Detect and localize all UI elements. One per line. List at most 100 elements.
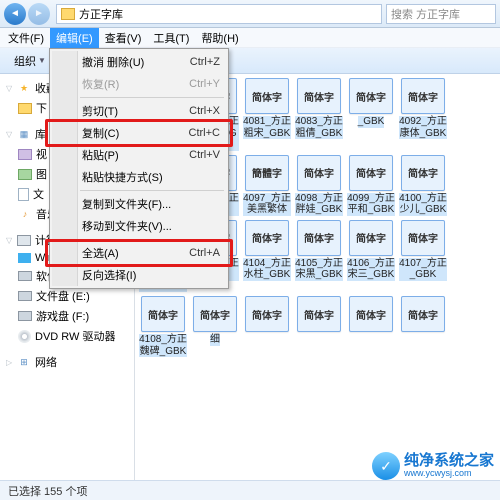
file-item[interactable]: 简体字4083_方正粗倩_GBK bbox=[295, 78, 343, 151]
document-icon bbox=[18, 188, 29, 201]
menu-item[interactable]: 复制到文件夹(F)... bbox=[52, 193, 226, 215]
menu-item-shortcut: Ctrl+C bbox=[189, 127, 220, 139]
file-name: 4081_方正粗宋_GBK bbox=[243, 116, 291, 139]
menu-item-label: 粘贴(P) bbox=[82, 147, 189, 163]
menu-item-shortcut: Ctrl+X bbox=[189, 105, 220, 117]
file-name: 4100_方正少儿_GBK bbox=[399, 193, 447, 216]
file-item[interactable]: 简体字4092_方正康体_GBK bbox=[399, 78, 447, 151]
menu-item-label: 移动到文件夹(V)... bbox=[82, 218, 220, 234]
sidebar-network[interactable]: ▷⊞网络 bbox=[0, 352, 134, 372]
file-item[interactable]: 简体字4107_方正_GBK bbox=[399, 220, 447, 293]
folder-icon bbox=[18, 103, 32, 114]
menu-item[interactable]: 撤消 删除(U)Ctrl+Z bbox=[52, 51, 226, 73]
file-thumbnail: 简体字 bbox=[401, 78, 445, 114]
file-thumbnail: 简体字 bbox=[245, 220, 289, 256]
edit-menu-dropdown: 撤消 删除(U)Ctrl+Z恢复(R)Ctrl+Y剪切(T)Ctrl+X复制(C… bbox=[49, 48, 229, 289]
menu-item-label: 恢复(R) bbox=[82, 76, 189, 92]
drive-icon bbox=[18, 291, 32, 301]
menu-item-label: 剪切(T) bbox=[82, 103, 189, 119]
file-thumbnail: 简体字 bbox=[349, 155, 393, 191]
sidebar-item[interactable]: 文件盘 (E:) bbox=[0, 286, 134, 306]
watermark-icon: ✓ bbox=[372, 452, 400, 480]
title-bar: ◄ ► 方正字库 搜索 方正字库 bbox=[0, 0, 500, 28]
file-name: 4098_方正胖娃_GBK bbox=[295, 193, 343, 216]
menu-item[interactable]: 粘贴快捷方式(S) bbox=[52, 166, 226, 188]
sidebar-item[interactable]: 游戏盘 (F:) bbox=[0, 306, 134, 326]
file-name: 4083_方正粗倩_GBK bbox=[295, 116, 343, 139]
menu-item[interactable]: 粘贴(P)Ctrl+V bbox=[52, 144, 226, 166]
menu-item[interactable]: 全选(A)Ctrl+A bbox=[52, 242, 226, 264]
menu-view[interactable]: 查看(V) bbox=[99, 28, 148, 48]
dvd-icon bbox=[18, 330, 31, 343]
address-bar[interactable]: 方正字库 bbox=[56, 4, 382, 24]
menu-item-label: 复制(C) bbox=[82, 125, 189, 141]
menu-item-label: 复制到文件夹(F)... bbox=[82, 196, 220, 212]
menu-item[interactable]: 复制(C)Ctrl+C bbox=[52, 122, 226, 144]
file-item[interactable]: 简体字4105_方正宋黑_GBK bbox=[295, 220, 343, 293]
file-item[interactable]: 简体字4106_方正宋三_GBK bbox=[347, 220, 395, 293]
drive-icon bbox=[18, 311, 32, 321]
file-name: 4097_方正美黑繁体 bbox=[243, 193, 291, 216]
search-placeholder: 搜索 方正字库 bbox=[391, 6, 460, 22]
drive-icon bbox=[18, 271, 32, 281]
file-thumbnail: 简体字 bbox=[401, 220, 445, 256]
file-thumbnail: 简体字 bbox=[401, 155, 445, 191]
file-name: 细 bbox=[210, 334, 220, 346]
watermark-url: www.ycwysj.com bbox=[404, 469, 494, 479]
search-box[interactable]: 搜索 方正字库 bbox=[386, 4, 496, 24]
menu-tools[interactable]: 工具(T) bbox=[147, 28, 195, 48]
file-item[interactable]: 简体字4108_方正魏碑_GBK bbox=[139, 296, 187, 357]
file-item[interactable]: 简体字4099_方正平和_GBK bbox=[347, 155, 395, 216]
menu-separator bbox=[80, 239, 224, 240]
file-thumbnail: 简体字 bbox=[141, 296, 185, 332]
file-item[interactable]: 簡體字4097_方正美黑繁体 bbox=[243, 155, 291, 216]
file-thumbnail: 简体字 bbox=[245, 78, 289, 114]
file-item[interactable]: 简体字 bbox=[347, 296, 395, 357]
file-name: 4107_方正_GBK bbox=[399, 258, 447, 281]
watermark: ✓ 纯净系统之家 www.ycwysj.com bbox=[372, 452, 494, 480]
file-name: 4108_方正魏碑_GBK bbox=[139, 334, 187, 357]
file-name: 4104_方正水柱_GBK bbox=[243, 258, 291, 281]
file-item[interactable]: 简体字_GBK bbox=[347, 78, 395, 151]
watermark-title: 纯净系统之家 bbox=[404, 453, 494, 470]
menu-item[interactable]: 反向选择(I) bbox=[52, 264, 226, 286]
computer-icon bbox=[17, 235, 31, 246]
menu-item-shortcut: Ctrl+Z bbox=[190, 56, 220, 68]
star-icon: ★ bbox=[17, 81, 31, 95]
file-thumbnail: 简体字 bbox=[349, 220, 393, 256]
file-item[interactable]: 简体字 bbox=[399, 296, 447, 357]
menu-item-shortcut: Ctrl+V bbox=[189, 149, 220, 161]
organize-button[interactable]: 组织▼ bbox=[6, 53, 54, 69]
back-button[interactable]: ◄ bbox=[4, 3, 26, 25]
file-item[interactable]: 简体字细 bbox=[191, 296, 239, 357]
file-name: 4099_方正平和_GBK bbox=[347, 193, 395, 216]
drive-icon bbox=[18, 253, 31, 263]
menu-item[interactable]: 移动到文件夹(V)... bbox=[52, 215, 226, 237]
network-icon: ⊞ bbox=[17, 355, 31, 369]
file-item[interactable]: 简体字4098_方正胖娃_GBK bbox=[295, 155, 343, 216]
file-item[interactable]: 简体字 bbox=[295, 296, 343, 357]
menu-item: 恢复(R)Ctrl+Y bbox=[52, 73, 226, 95]
file-thumbnail: 简体字 bbox=[297, 78, 341, 114]
menu-item[interactable]: 剪切(T)Ctrl+X bbox=[52, 100, 226, 122]
menu-edit[interactable]: 编辑(E) bbox=[50, 28, 99, 48]
menu-file[interactable]: 文件(F) bbox=[2, 28, 50, 48]
folder-icon bbox=[61, 8, 75, 20]
menu-help[interactable]: 帮助(H) bbox=[195, 28, 244, 48]
picture-icon bbox=[18, 169, 32, 180]
menu-bar: 文件(F) 编辑(E) 查看(V) 工具(T) 帮助(H) bbox=[0, 28, 500, 48]
file-item[interactable]: 简体字 bbox=[243, 296, 291, 357]
address-path: 方正字库 bbox=[79, 6, 123, 22]
file-thumbnail: 简体字 bbox=[297, 220, 341, 256]
menu-item-label: 全选(A) bbox=[82, 245, 189, 261]
status-bar: 已选择 155 个项 bbox=[0, 480, 500, 500]
menu-item-label: 撤消 删除(U) bbox=[82, 54, 190, 70]
music-icon: ♪ bbox=[18, 207, 32, 221]
file-thumbnail: 简体字 bbox=[297, 296, 341, 332]
sidebar-item[interactable]: DVD RW 驱动器 bbox=[0, 326, 134, 346]
file-item[interactable]: 简体字4100_方正少儿_GBK bbox=[399, 155, 447, 216]
file-item[interactable]: 简体字4104_方正水柱_GBK bbox=[243, 220, 291, 293]
file-item[interactable]: 简体字4081_方正粗宋_GBK bbox=[243, 78, 291, 151]
forward-button[interactable]: ► bbox=[28, 3, 50, 25]
file-thumbnail: 简体字 bbox=[193, 296, 237, 332]
